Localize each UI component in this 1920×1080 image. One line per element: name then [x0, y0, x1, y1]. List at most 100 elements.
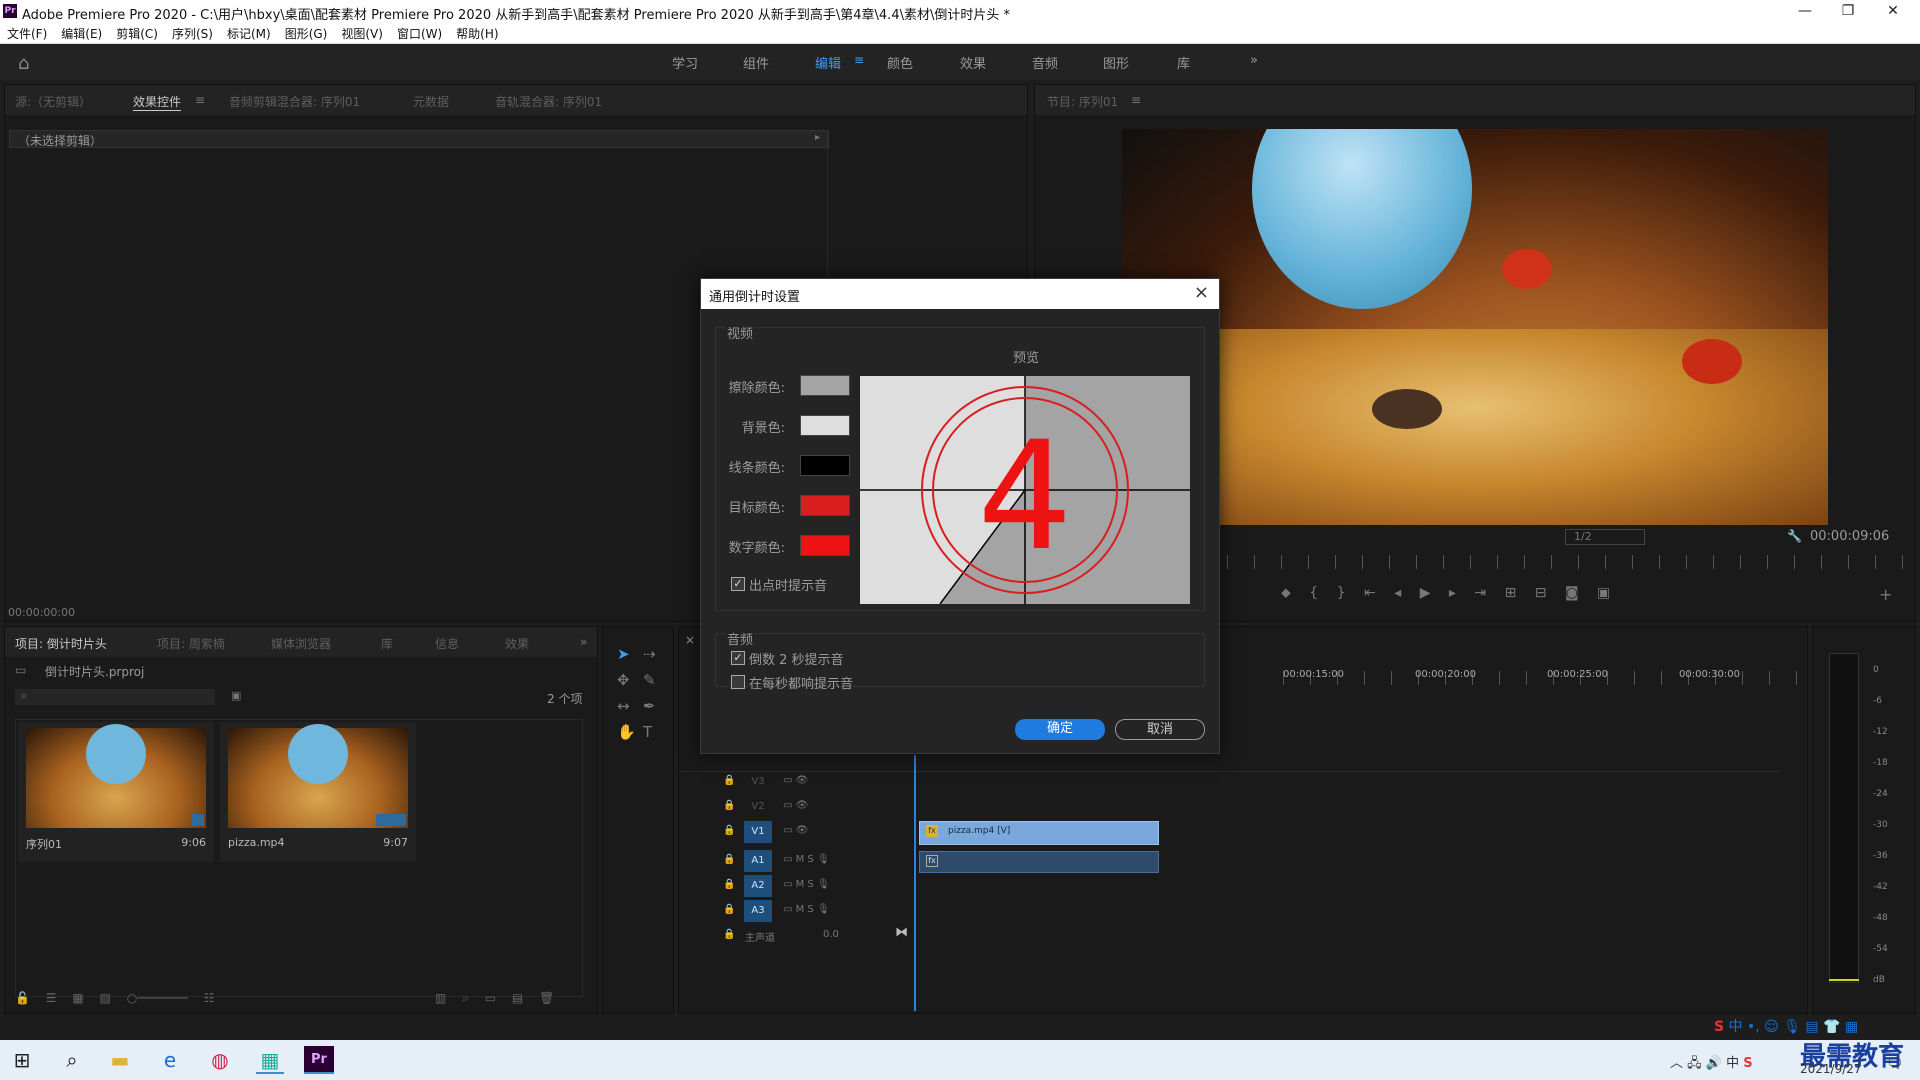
lift-icon[interactable]: ⊞: [1505, 585, 1517, 601]
project-item[interactable]: pizza.mp4 9:07: [220, 722, 416, 862]
settings-wrench-icon[interactable]: 🔧: [1787, 529, 1802, 543]
wipe-color-swatch[interactable]: [800, 375, 850, 396]
line-color-swatch[interactable]: [800, 455, 850, 476]
tab-effects[interactable]: 效果: [505, 635, 529, 652]
expand-arrow-icon[interactable]: ▸: [815, 132, 820, 143]
lock-icon[interactable]: 🔒: [723, 854, 735, 865]
ok-button[interactable]: 确定: [1015, 719, 1105, 740]
step-back-icon[interactable]: ◂: [1394, 585, 1401, 601]
track-v1[interactable]: V1: [744, 821, 772, 843]
paint-icon[interactable]: ◍: [206, 1046, 234, 1074]
workspace-libraries[interactable]: 库: [1177, 53, 1190, 72]
selection-tool-icon[interactable]: ➤: [617, 645, 630, 663]
button-editor-icon[interactable]: +: [1879, 585, 1892, 604]
tab-info[interactable]: 信息: [435, 635, 459, 652]
home-icon[interactable]: ⌂: [18, 53, 29, 74]
menu-marker[interactable]: 标记(M): [220, 24, 278, 44]
background-color-swatch[interactable]: [800, 415, 850, 436]
new-bin-icon[interactable]: ▭: [485, 991, 496, 1005]
system-tray-icons[interactable]: ︿ 🖧 🔊 中 S: [1670, 1052, 1753, 1076]
new-item-icon[interactable]: ▤: [512, 991, 523, 1005]
zoom-slider[interactable]: ○───────: [127, 991, 188, 1005]
program-menu-icon[interactable]: ≡: [1131, 93, 1141, 107]
add-marker-icon[interactable]: ⬥: [1281, 585, 1291, 601]
project-item[interactable]: 序列01 9:06: [18, 722, 214, 862]
lock-icon[interactable]: 🔒: [723, 929, 735, 940]
menu-edit[interactable]: 编辑(E): [54, 24, 109, 44]
panel-overflow-icon[interactable]: »: [580, 635, 587, 649]
mark-out-icon[interactable]: }: [1337, 585, 1346, 601]
menu-sequence[interactable]: 序列(S): [165, 24, 220, 44]
program-ruler[interactable]: [1227, 555, 1907, 569]
windows-start-icon[interactable]: ⊞: [8, 1046, 36, 1074]
lock-icon[interactable]: 🔒: [723, 775, 735, 786]
slip-tool-icon[interactable]: ↔: [617, 697, 630, 715]
list-view-icon[interactable]: ☰: [46, 991, 57, 1005]
cue-at-out-checkbox[interactable]: ✓: [731, 577, 745, 591]
app-icon[interactable]: ▦: [256, 1046, 284, 1074]
menu-window[interactable]: 窗口(W): [390, 24, 449, 44]
go-to-in-icon[interactable]: ⇤: [1364, 585, 1376, 601]
tab-audio-track-mixer[interactable]: 音轨混合器: 序列01: [495, 93, 602, 110]
menu-clip[interactable]: 剪辑(C): [109, 24, 165, 44]
delete-icon[interactable]: 🗑: [539, 991, 554, 1005]
go-to-out-icon[interactable]: ⇥: [1474, 585, 1486, 601]
project-search-input[interactable]: ⌕: [15, 689, 215, 705]
step-forward-icon[interactable]: ▸: [1449, 585, 1456, 601]
export-frame-icon[interactable]: ◙: [1565, 585, 1579, 601]
master-volume-value[interactable]: 0.0: [823, 929, 839, 940]
target-color-swatch[interactable]: [800, 495, 850, 516]
sync-lock-icon[interactable]: ▭ 👁: [783, 800, 808, 811]
track-a2[interactable]: A2: [744, 875, 772, 897]
pen-tool-icon[interactable]: ✒: [643, 697, 656, 715]
minimize-button[interactable]: —: [1785, 2, 1825, 22]
tab-libraries[interactable]: 库: [381, 635, 393, 652]
workspace-effects[interactable]: 效果: [960, 53, 986, 72]
dialog-close-icon[interactable]: ×: [1194, 282, 1209, 303]
beep-every-second-checkbox[interactable]: [731, 675, 745, 689]
mark-in-icon[interactable]: {: [1309, 585, 1318, 601]
panel-menu-icon[interactable]: ≡: [195, 93, 205, 107]
restore-button[interactable]: ❐: [1828, 2, 1868, 22]
automate-icon[interactable]: ▥: [435, 991, 446, 1005]
video-clip[interactable]: fx pizza.mp4 [V]: [919, 821, 1159, 845]
lock-icon[interactable]: 🔓: [15, 991, 30, 1005]
tab-media-browser[interactable]: 媒体浏览器: [271, 635, 331, 652]
workspace-editing[interactable]: 编辑: [815, 53, 841, 72]
premiere-taskbar-icon[interactable]: Pr: [304, 1046, 334, 1074]
sync-lock-icon[interactable]: ▭ 👁: [783, 775, 808, 786]
workspace-color[interactable]: 颜色: [887, 53, 913, 72]
close-window-button[interactable]: ✕: [1873, 2, 1913, 22]
menu-help[interactable]: 帮助(H): [449, 24, 505, 44]
notifications-icon[interactable]: 🗨: [1886, 1056, 1904, 1072]
lock-icon[interactable]: 🔒: [723, 904, 735, 915]
tab-effect-controls[interactable]: 效果控件: [133, 93, 182, 111]
track-v2[interactable]: V2: [744, 796, 772, 818]
workspace-graphics[interactable]: 图形: [1103, 53, 1129, 72]
extract-icon[interactable]: ⊟: [1535, 585, 1547, 601]
lock-icon[interactable]: 🔒: [723, 825, 735, 836]
lock-icon[interactable]: 🔒: [723, 800, 735, 811]
freeform-view-icon[interactable]: ▧: [100, 991, 111, 1005]
track-select-tool-icon[interactable]: ⇢: [643, 645, 656, 663]
ime-toolbar[interactable]: S 中 •, ☺ 🎙 ▤ 👕 ▦: [1714, 1016, 1858, 1036]
find-icon[interactable]: ⌕: [462, 991, 469, 1005]
new-bin-search-icon[interactable]: ▣: [231, 689, 241, 702]
edge-icon[interactable]: e: [156, 1046, 184, 1074]
workspace-menu-icon[interactable]: ≡: [854, 53, 864, 67]
workspace-assembly[interactable]: 组件: [743, 53, 769, 72]
workspace-audio[interactable]: 音频: [1032, 53, 1058, 72]
sync-lock-icon[interactable]: ▭ 👁: [783, 825, 808, 836]
tab-project-countdown[interactable]: 项目: 倒计时片头: [15, 635, 107, 652]
workspace-learning[interactable]: 学习: [672, 53, 698, 72]
ime-mode[interactable]: 中: [1729, 1019, 1743, 1035]
audio-clip[interactable]: fx: [919, 851, 1159, 873]
search-icon[interactable]: ⌕: [58, 1046, 86, 1074]
playhead[interactable]: [914, 755, 916, 1011]
tab-project-zhou[interactable]: 项目: 周紫楠: [157, 635, 225, 652]
lock-icon[interactable]: 🔒: [723, 879, 735, 890]
workspace-more-icon[interactable]: »: [1250, 53, 1258, 68]
two-second-beep-checkbox[interactable]: ✓: [731, 651, 745, 665]
cancel-button[interactable]: 取消: [1115, 719, 1205, 740]
tab-source[interactable]: 源:（无剪辑）: [15, 93, 91, 110]
